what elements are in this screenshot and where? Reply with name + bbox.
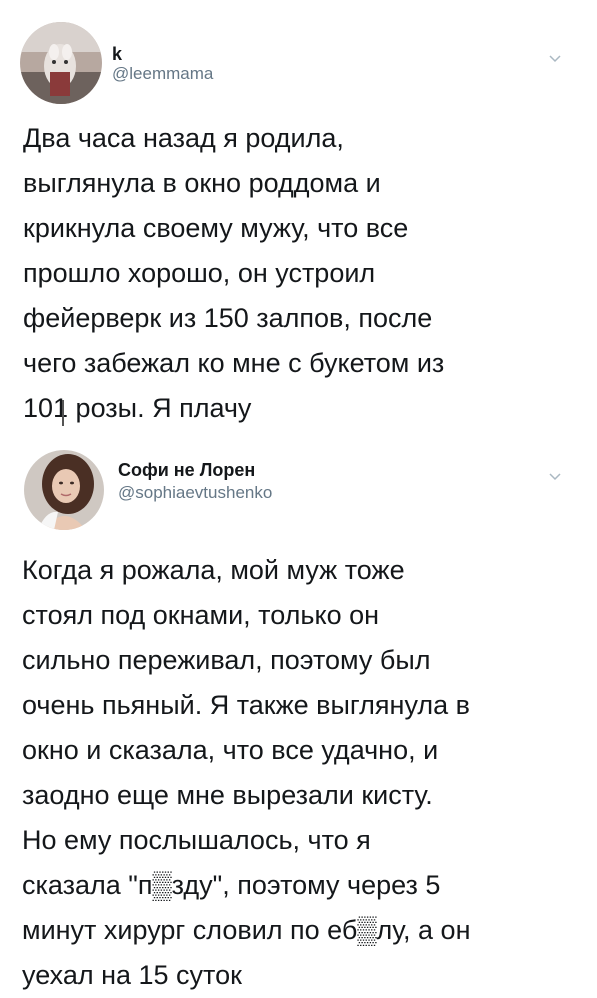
avatar[interactable] xyxy=(20,22,102,104)
tweet-card: Софи не Лорен @sophiaevtushenko Когда я … xyxy=(0,420,597,990)
tweet-text: Два часа назад я родила, выглянула в окн… xyxy=(23,123,445,423)
chevron-down-icon[interactable] xyxy=(547,50,563,66)
chevron-down-icon[interactable] xyxy=(547,468,563,484)
avatar[interactable] xyxy=(24,450,104,530)
tweet-card: k @leemmama Два часа назад я родила, выг… xyxy=(0,0,597,423)
user-handle[interactable]: @sophiaevtushenko xyxy=(118,483,272,503)
display-name[interactable]: Софи не Лорен xyxy=(118,460,255,481)
user-handle[interactable]: @leemmama xyxy=(112,64,213,84)
tweet-text: Когда я рожала, мой муж тоже стоял под о… xyxy=(22,555,471,990)
display-name[interactable]: k xyxy=(112,44,122,65)
